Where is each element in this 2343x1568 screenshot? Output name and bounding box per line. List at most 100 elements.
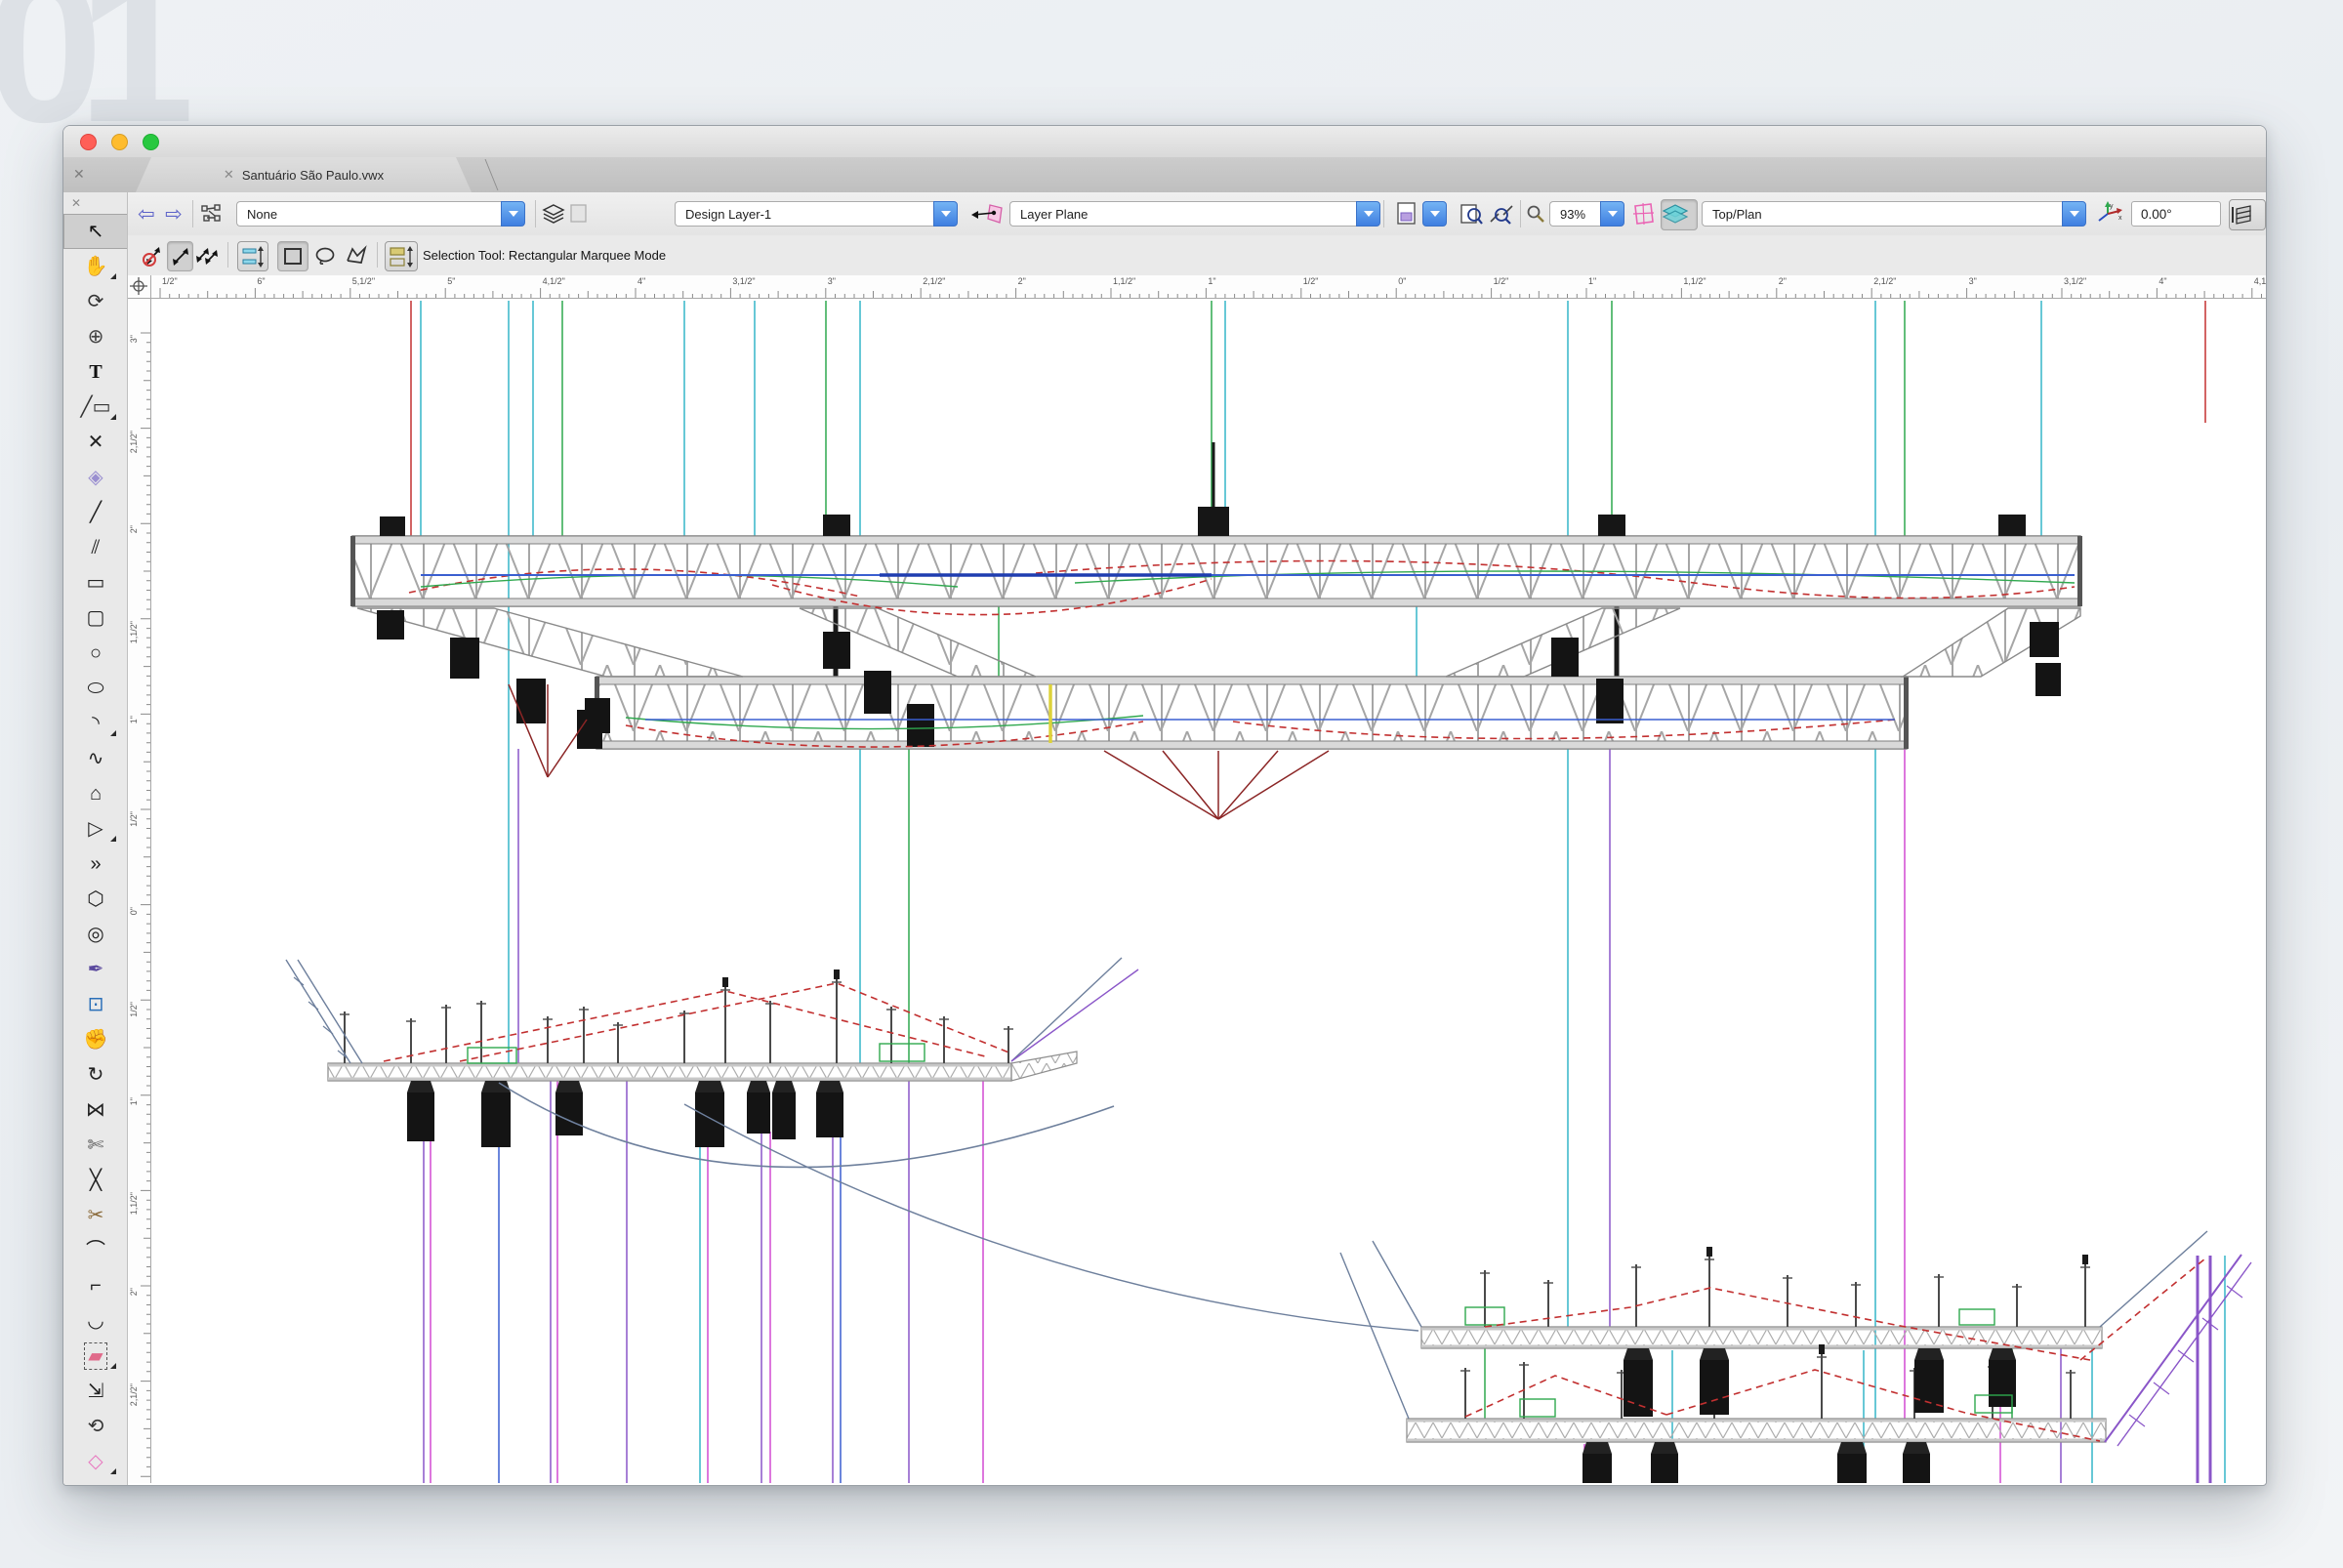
class-dropdown[interactable]: None	[236, 192, 525, 235]
polygon-tool-icon: ⌂	[90, 784, 102, 804]
cable-line	[1340, 1253, 1409, 1419]
saved-views-button[interactable]	[200, 192, 224, 235]
fillet-edge-tool[interactable]: ◡	[63, 1303, 128, 1339]
double-polygon-tool[interactable]: »	[63, 846, 128, 882]
speaker-box	[450, 638, 479, 679]
blank-page-button[interactable]	[569, 192, 589, 235]
v-ruler-label: 1"	[129, 1097, 139, 1105]
drawing-canvas[interactable]	[151, 299, 2266, 1483]
mode-lasso-marquee[interactable]	[311, 241, 339, 269]
mast-flag	[722, 977, 728, 987]
offset-tool[interactable]: ⊡	[63, 987, 128, 1022]
forward-button[interactable]: ⇨	[165, 192, 183, 235]
h-ruler-label: 1"	[1588, 276, 1596, 286]
class-options-button[interactable]	[542, 192, 565, 235]
mode-cabinet-control[interactable]	[385, 241, 418, 271]
mode-resize-control[interactable]	[237, 241, 268, 271]
layers-stack-icon	[542, 203, 565, 225]
tab-close-icon[interactable]: ✕	[224, 167, 234, 183]
spiral-tool[interactable]: ◎	[63, 917, 128, 952]
regular-polygon-tool[interactable]: ⬡	[63, 882, 128, 917]
chamfer-tool[interactable]: ⌐	[63, 1268, 128, 1303]
selection-tool[interactable]: ↖	[63, 214, 128, 249]
zoom-tool[interactable]: ⊕	[63, 319, 128, 354]
plane-dropdown-arrow[interactable]	[1356, 201, 1380, 227]
saved-views-stack-button[interactable]	[2229, 199, 2266, 230]
polygon-tool[interactable]: ⌂	[63, 776, 128, 811]
trim-tool[interactable]: ╳	[63, 1163, 128, 1198]
cable-line	[286, 960, 350, 1063]
h-ruler-label: 1/2"	[1303, 276, 1319, 286]
reshape-hand-tool-icon: ✊	[84, 1030, 108, 1050]
rotate-tool[interactable]: ↻	[63, 1057, 128, 1093]
rectangle-tool[interactable]: ▭	[63, 565, 128, 600]
resize-tool[interactable]: ⇲	[63, 1374, 128, 1409]
ellipse-tool[interactable]: ⬭	[63, 671, 128, 706]
page-setup-dropdown[interactable]	[1394, 192, 1447, 235]
view-dropdown[interactable]: Top/Plan	[1702, 192, 2086, 235]
mode-rectangular-marquee[interactable]	[277, 241, 308, 271]
close-window-button[interactable]	[80, 134, 97, 150]
working-plane-button[interactable]	[1629, 192, 1657, 235]
fit-page-button[interactable]	[1489, 192, 1514, 235]
layer-dropdown[interactable]: Design Layer-1	[675, 192, 958, 235]
plane-dropdown[interactable]: Layer Plane	[1009, 192, 1380, 235]
fit-objects-button[interactable]	[1459, 192, 1484, 235]
text-tool-icon: T	[89, 362, 102, 382]
resize-tool-icon: ⇲	[88, 1382, 104, 1401]
cable-line	[2080, 1259, 2205, 1360]
minimize-window-button[interactable]	[111, 134, 128, 150]
angle-field[interactable]: 0.00°	[2131, 192, 2221, 235]
zoom-dropdown-arrow[interactable]	[1600, 201, 1624, 227]
mode-interactive-scaling-all[interactable]	[194, 241, 222, 269]
h-ruler-label: 1,1/2"	[1113, 276, 1135, 286]
circle-tool[interactable]: ○	[63, 636, 128, 671]
layer-dropdown-arrow[interactable]	[933, 201, 958, 227]
h-ruler-label: 4"	[637, 276, 645, 286]
eyedropper-tool[interactable]: ✒	[63, 952, 128, 987]
clip-tool[interactable]: ✂	[63, 1198, 128, 1233]
eraser-tool-icon: ▰	[88, 1346, 103, 1366]
align-plane-tool-icon: ◇	[88, 1452, 103, 1471]
page-setup-arrow[interactable]	[1422, 201, 1447, 227]
extrude-tool[interactable]: ◈	[63, 460, 128, 495]
document-tab[interactable]: ✕ Santuário São Paulo.vwx	[136, 157, 472, 192]
unified-view-button[interactable]	[1661, 199, 1698, 230]
back-button[interactable]: ⇦	[138, 192, 155, 235]
palette-close-icon[interactable]: ✕	[63, 192, 127, 214]
line-tool[interactable]: ╱	[63, 495, 128, 530]
mirror-tool[interactable]: ⋈	[63, 1093, 128, 1128]
mode-interactive-scaling-marquee[interactable]	[167, 241, 193, 271]
reshape-hand-tool[interactable]: ✊	[63, 1022, 128, 1057]
double-line-tool[interactable]: ⫽	[63, 530, 128, 565]
text-tool[interactable]: T	[63, 354, 128, 390]
mast-flag	[1706, 1247, 1712, 1257]
arc-tool[interactable]: ◝	[63, 706, 128, 741]
x-symbol-tool[interactable]: ✕	[63, 425, 128, 460]
eraser-tool[interactable]: ▰	[63, 1339, 128, 1374]
magnifier-icon	[1526, 204, 1545, 224]
hoist-body	[816, 1093, 843, 1137]
pan-tool[interactable]: ✋	[63, 249, 128, 284]
view-dropdown-arrow[interactable]	[2062, 201, 2086, 227]
callout-tool[interactable]: ╱▭	[63, 390, 128, 425]
fillet-tool[interactable]: ⌒	[63, 1233, 128, 1268]
zoom-window-button[interactable]	[143, 134, 159, 150]
tabbar-close-icon[interactable]: ✕	[73, 166, 85, 183]
freehand-tool[interactable]: ∿	[63, 741, 128, 776]
hoist-top	[816, 1081, 843, 1093]
mode-polygon-marquee[interactable]	[343, 241, 370, 269]
rounded-rectangle-tool[interactable]: ▢	[63, 600, 128, 636]
flyover-tool[interactable]: ⟳	[63, 284, 128, 319]
rotate-3d-tool[interactable]: ⟲	[63, 1409, 128, 1444]
rectangle-tool-icon: ▭	[87, 573, 105, 593]
align-plane-tool[interactable]: ◇	[63, 1444, 128, 1479]
regular-polygon-tool-icon: ⬡	[87, 889, 103, 909]
clipped-bottom-tool[interactable]: ▴	[63, 1479, 128, 1485]
shear-knife-tool[interactable]: ✄	[63, 1128, 128, 1163]
mode-interactive-scaling-off[interactable]	[141, 241, 165, 269]
polyline-tool[interactable]: ▷	[63, 811, 128, 846]
speaker-box	[585, 698, 610, 733]
class-dropdown-arrow[interactable]	[501, 201, 525, 227]
zoom-dropdown[interactable]: 93%	[1549, 192, 1624, 235]
